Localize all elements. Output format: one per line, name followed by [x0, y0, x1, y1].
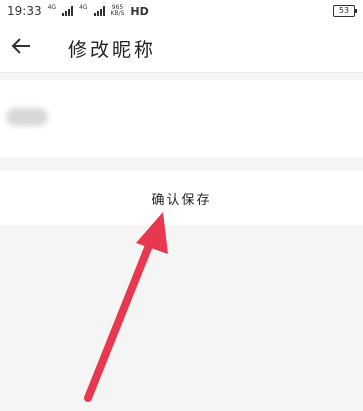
speed-unit: KB/S: [110, 10, 125, 17]
battery-level: 53: [338, 6, 350, 15]
hd-indicator: HD: [130, 4, 149, 18]
back-arrow-icon[interactable]: [10, 35, 32, 57]
nickname-row: [0, 80, 363, 157]
network-type-2: 4G: [79, 4, 88, 11]
nickname-input[interactable]: [0, 80, 363, 157]
battery-icon: 53: [333, 5, 357, 17]
network-speed: 965 KB/S: [111, 5, 125, 17]
header-divider: [0, 72, 363, 73]
confirm-save-label: 确认保存: [151, 193, 212, 208]
page-header: 修改昵称: [0, 22, 363, 72]
status-time: 19:33: [7, 4, 42, 18]
status-left: 19:33 4G 4G 965 KB/S HD: [7, 4, 149, 18]
network-type-1: 4G: [47, 4, 57, 11]
signal-icon: [62, 6, 74, 16]
status-bar: 19:33 4G 4G 965 KB/S HD 53: [0, 0, 363, 22]
signal-icon-2: [93, 6, 105, 16]
confirm-save-button[interactable]: 确认保存: [0, 171, 363, 225]
page-title: 修改昵称: [68, 39, 157, 61]
